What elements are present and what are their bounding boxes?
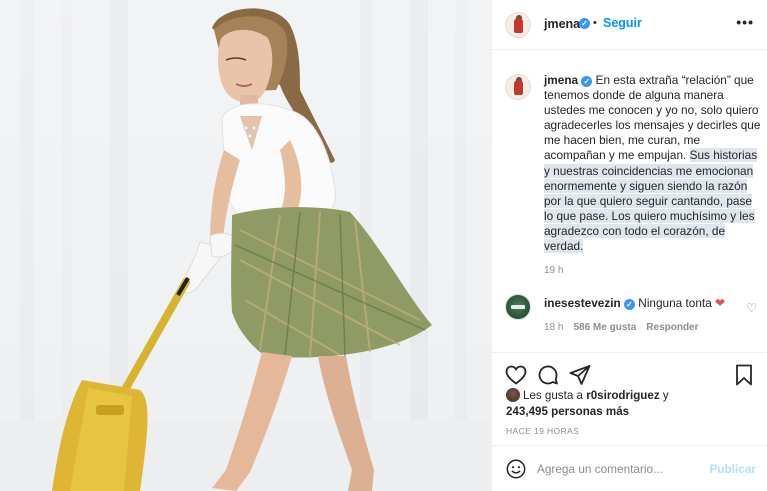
post-comment-button[interactable]: Publicar	[709, 462, 756, 476]
comment-time[interactable]: 18 h	[544, 322, 563, 333]
more-options-icon[interactable]: •••	[736, 14, 754, 30]
caption-text-highlighted: Sus historias y nuestras coincidencias m…	[544, 148, 758, 254]
heart-icon[interactable]	[504, 363, 528, 387]
commenter-username[interactable]: inesestevezin	[544, 296, 621, 310]
liker-username[interactable]: r0sirodriguez	[586, 389, 659, 402]
reply-button[interactable]: Responder	[646, 322, 698, 333]
likes-summary: Les gusta a r0sirodriguez y 243,495 pers…	[506, 388, 762, 420]
emoji-icon[interactable]	[505, 458, 527, 480]
verified-badge-icon: ✓	[581, 76, 593, 87]
post-header: jmena ✓ • Seguir •••	[492, 0, 767, 50]
instagram-post: jmena ✓ • Seguir ••• jmena ✓ En esta ext…	[0, 0, 767, 491]
author-avatar[interactable]	[505, 12, 531, 38]
heart-emoji: ❤	[715, 296, 725, 310]
comment-likes[interactable]: 586 Me gusta	[573, 322, 636, 333]
comment-input[interactable]	[537, 458, 702, 480]
verified-badge-icon: ✓	[579, 18, 590, 29]
comment-item: inesestevezin ✓ Ninguna tonta ❤ ♡ 18 h 5…	[492, 290, 767, 340]
share-icon[interactable]	[568, 363, 592, 387]
author-username[interactable]: jmena	[544, 17, 580, 31]
post-caption: jmena ✓ En esta extraña “relación” que t…	[544, 73, 762, 254]
photo-illustration	[0, 0, 491, 491]
likes-count[interactable]: 243,495 personas más	[506, 405, 629, 418]
add-comment-bar: Publicar	[492, 445, 767, 491]
separator-dot: •	[593, 17, 597, 29]
post-details-panel: jmena ✓ • Seguir ••• jmena ✓ En esta ext…	[491, 0, 767, 491]
commenter-avatar[interactable]	[505, 294, 531, 320]
caption-timestamp[interactable]: 19 h	[544, 265, 563, 276]
comment-text: Ninguna tonta	[638, 296, 712, 310]
comment-like-heart-icon[interactable]: ♡	[746, 301, 757, 315]
comment-icon[interactable]	[536, 363, 560, 387]
post-photo[interactable]	[0, 0, 491, 491]
caption-username[interactable]: jmena	[544, 73, 578, 87]
comment-meta: 18 h 586 Me gusta Responder	[544, 322, 699, 333]
bookmark-icon[interactable]	[732, 363, 756, 387]
verified-badge-icon: ✓	[624, 299, 636, 310]
likes-prefix: Les gusta a	[523, 389, 583, 402]
liker-avatar[interactable]	[506, 388, 520, 402]
post-actions	[492, 352, 767, 392]
likes-conj: y	[662, 389, 669, 402]
post-timestamp[interactable]: HACE 19 HORAS	[506, 426, 579, 436]
comment-body: inesestevezin ✓ Ninguna tonta ❤	[544, 296, 725, 310]
caption-avatar[interactable]	[505, 74, 531, 100]
follow-button[interactable]: Seguir	[603, 16, 642, 30]
